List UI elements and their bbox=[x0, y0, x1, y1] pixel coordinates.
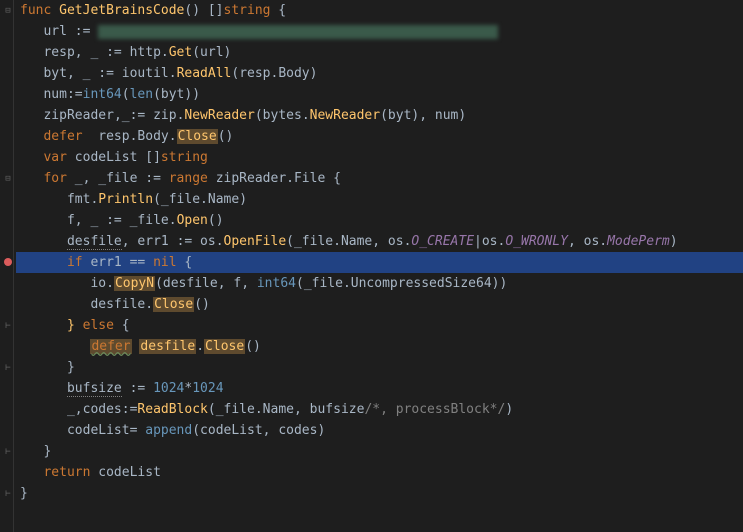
code-line: _,codes:=ReadBlock(_file.Name, bufsize/*… bbox=[16, 399, 743, 420]
code-line: } bbox=[16, 483, 743, 504]
code-line: func GetJetBrainsCode() []string { bbox=[16, 0, 743, 21]
code-line: resp, _ := http.Get(url) bbox=[16, 42, 743, 63]
code-line: desfile, err1 := os.OpenFile(_file.Name,… bbox=[16, 231, 743, 252]
code-line: defer desfile.Close() bbox=[16, 336, 743, 357]
code-line: for _, _file := range zipReader.File { bbox=[16, 168, 743, 189]
redacted-url bbox=[98, 25, 498, 39]
code-line: fmt.Println(_file.Name) bbox=[16, 189, 743, 210]
code-line: zipReader,_:= zip.NewReader(bytes.NewRea… bbox=[16, 105, 743, 126]
fold-icon[interactable]: ⊟ bbox=[4, 175, 12, 183]
fold-end-icon[interactable]: ⊢ bbox=[4, 322, 12, 330]
code-line: byt, _ := ioutil.ReadAll(resp.Body) bbox=[16, 63, 743, 84]
code-line: codeList= append(codeList, codes) bbox=[16, 420, 743, 441]
fold-end-icon[interactable]: ⊢ bbox=[4, 364, 12, 372]
code-area[interactable]: func GetJetBrainsCode() []string { url :… bbox=[14, 0, 743, 532]
code-line: io.CopyN(desfile, f, int64(_file.Uncompr… bbox=[16, 273, 743, 294]
code-line: num:=int64(len(byt)) bbox=[16, 84, 743, 105]
fold-icon[interactable]: ⊟ bbox=[4, 7, 12, 15]
code-line: url := bbox=[16, 21, 743, 42]
code-line-highlighted: if err1 == nil { bbox=[16, 252, 743, 273]
code-editor[interactable]: ⊟ ⊟ ⊟ ⊢ ⊢ ⊢ ⊢ func GetJetBrainsCode() []… bbox=[0, 0, 743, 532]
gutter: ⊟ ⊟ ⊟ ⊢ ⊢ ⊢ ⊢ bbox=[0, 0, 14, 532]
code-line: } else { bbox=[16, 315, 743, 336]
code-line: var codeList []string bbox=[16, 147, 743, 168]
fold-end-icon[interactable]: ⊢ bbox=[4, 490, 12, 498]
code-line: defer resp.Body.Close() bbox=[16, 126, 743, 147]
code-line: } bbox=[16, 441, 743, 462]
code-line: f, _ := _file.Open() bbox=[16, 210, 743, 231]
code-line: } bbox=[16, 357, 743, 378]
code-line: return codeList bbox=[16, 462, 743, 483]
breakpoint-icon[interactable] bbox=[4, 258, 12, 266]
code-line: desfile.Close() bbox=[16, 294, 743, 315]
code-line: bufsize := 1024*1024 bbox=[16, 378, 743, 399]
fold-end-icon[interactable]: ⊢ bbox=[4, 448, 12, 456]
